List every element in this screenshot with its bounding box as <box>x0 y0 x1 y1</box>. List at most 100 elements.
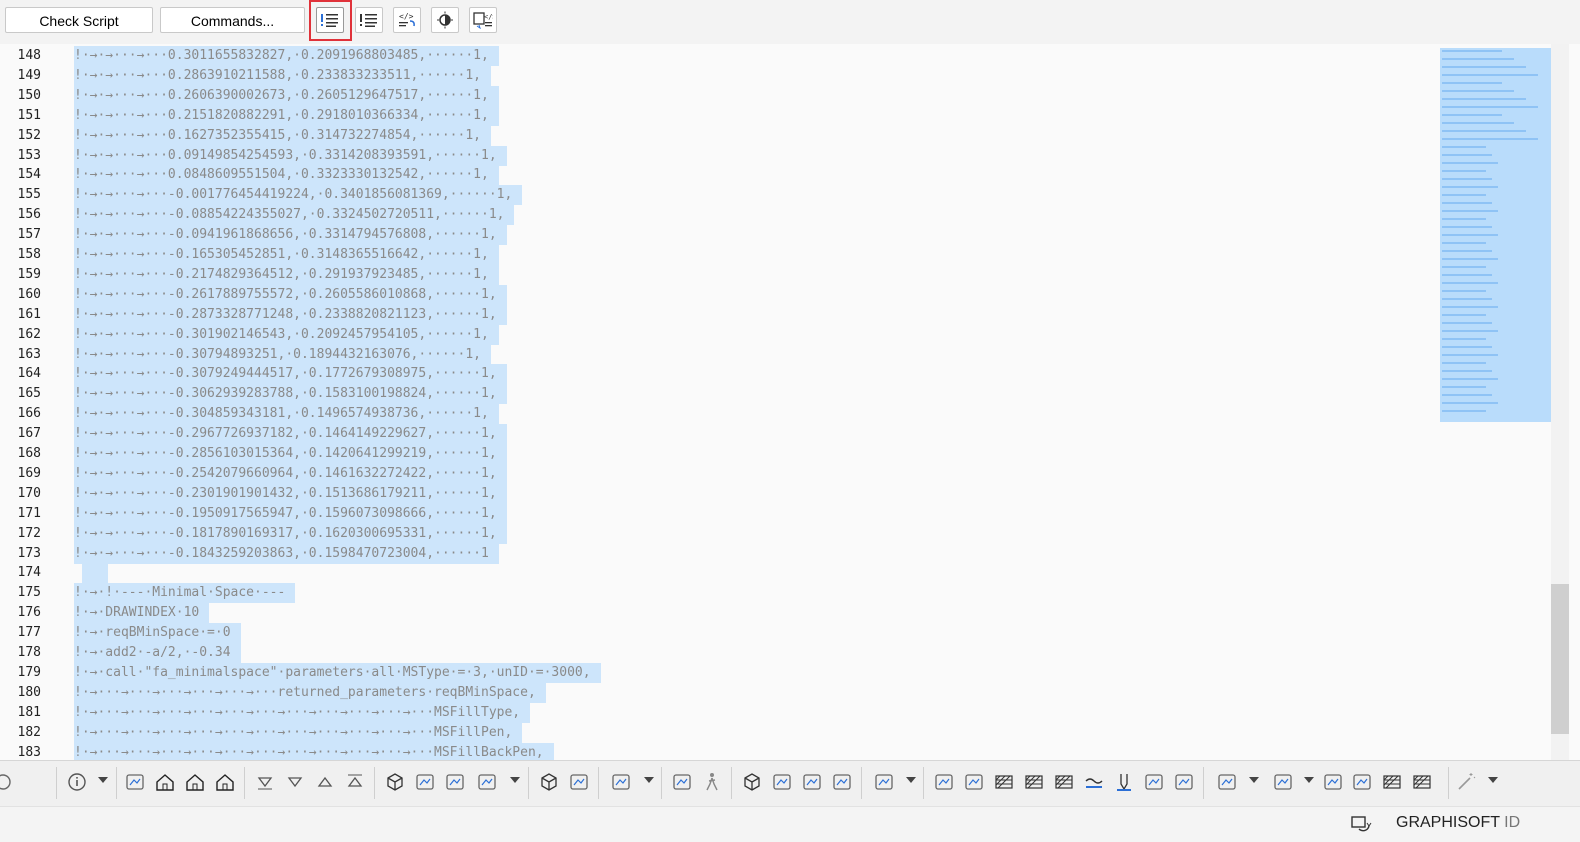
sync-status-icon[interactable] <box>1350 813 1372 835</box>
code-line[interactable]: !·→·→···→···-0.2873328771248,·0.23388208… <box>74 304 507 325</box>
code-minimap[interactable] <box>1440 48 1552 422</box>
dropdown-arrow-icon[interactable] <box>906 777 916 783</box>
hatch-lines-icon[interactable] <box>1023 771 1045 793</box>
hatch-diagonal-icon[interactable] <box>1053 771 1075 793</box>
minimap-line <box>1442 178 1492 180</box>
orbit-icon[interactable] <box>801 771 823 793</box>
code-line[interactable]: !·→·→···→···-0.08854224355027,·0.3324502… <box>74 205 515 226</box>
walk-icon[interactable] <box>701 771 723 793</box>
brush-icon[interactable] <box>963 771 985 793</box>
code-line[interactable]: !·→·call·"fa_minimalspace"·parameters·al… <box>74 662 601 683</box>
code-line[interactable]: !·→·→···→···0.2863910211588,·0.233833233… <box>74 65 491 86</box>
code-line[interactable]: !·→···→···→···→···→···→···→···→···→···→·… <box>74 722 523 743</box>
code-line[interactable]: !·→···→···→···→···→···→···→···→···→···→·… <box>74 742 554 760</box>
check-script-button[interactable]: Check Script <box>5 7 153 33</box>
layer-settings-icon[interactable] <box>610 771 632 793</box>
scrollbar-thumb[interactable] <box>1551 584 1569 734</box>
eye-icon[interactable] <box>671 771 693 793</box>
code-line[interactable]: !·→·→···→···-0.2542079660964,·0.14616322… <box>74 463 507 484</box>
columns-icon[interactable] <box>1411 771 1433 793</box>
triangle-up-bar-icon[interactable] <box>344 771 366 793</box>
refresh-icon[interactable] <box>0 771 14 793</box>
script-editor[interactable]: 148 149 150 151 152 153 154 155 156 157 158 159 160 1… <box>0 44 1580 760</box>
code-line[interactable]: !·→·→···→···-0.165305452851,·0.314836551… <box>74 245 499 265</box>
code-line[interactable]: !·→·→···→···-0.2617889755572,·0.26055860… <box>74 284 507 305</box>
minimap-line <box>1442 250 1492 252</box>
house-down-icon[interactable] <box>154 771 176 793</box>
house-up-icon[interactable] <box>184 771 206 793</box>
compare-script-button[interactable]: </> <box>469 7 497 33</box>
3d-box-icon[interactable] <box>384 771 406 793</box>
dropdown-arrow-icon[interactable] <box>98 777 108 783</box>
pen-icon[interactable] <box>1113 771 1135 793</box>
render-icon[interactable] <box>873 771 895 793</box>
triangle-up-icon[interactable] <box>314 771 336 793</box>
uncomment-button[interactable] <box>355 7 383 33</box>
theme-toggle-button[interactable] <box>431 7 459 33</box>
cube-icon[interactable] <box>538 771 560 793</box>
code-line[interactable]: !·→·DRAWINDEX·10 <box>74 603 210 624</box>
code-line[interactable]: !·→·→···→···-0.1817890169317,·0.16203006… <box>74 523 507 544</box>
section-box-icon[interactable] <box>568 771 590 793</box>
wand-icon[interactable] <box>1455 771 1477 793</box>
minimap-line <box>1442 218 1486 220</box>
code-line[interactable] <box>82 563 108 584</box>
check-icon[interactable] <box>1173 771 1195 793</box>
code-line[interactable]: !·→·→···→···-0.1950917565947,·0.15960730… <box>74 503 507 524</box>
code-line[interactable]: !·→·→···→···-0.2301901901432,·0.15136861… <box>74 483 507 504</box>
code-line[interactable]: !·→·→···→···0.2151820882291,·0.291801036… <box>74 105 499 126</box>
code-line[interactable]: !·→·→···→···0.09149854254593,·0.33142083… <box>74 145 507 166</box>
home-view-icon[interactable] <box>771 771 793 793</box>
code-line[interactable]: !·→·→···→···-0.3062939283788,·0.15831001… <box>74 384 507 405</box>
grid-icon[interactable] <box>1272 771 1294 793</box>
dropdown-arrow-icon[interactable] <box>1488 777 1498 783</box>
code-line[interactable]: !·→···→···→···→···→···→···returned_param… <box>74 682 546 703</box>
view-cube-icon[interactable] <box>741 771 763 793</box>
toolbar-separator <box>923 767 924 799</box>
3d-diamond-icon[interactable] <box>476 771 498 793</box>
code-line[interactable]: !·→·→···→···-0.30794893251,·0.1894432163… <box>74 344 491 365</box>
camera-target-icon[interactable] <box>831 771 853 793</box>
graphisoft-id-link[interactable]: GRAPHISOFT ID <box>1396 814 1520 832</box>
triangle-down-bar-icon[interactable] <box>254 771 276 793</box>
fill-bucket-icon[interactable] <box>933 771 955 793</box>
triangle-down-icon[interactable] <box>284 771 306 793</box>
3d-axes-icon[interactable] <box>414 771 436 793</box>
stack-icon[interactable] <box>1381 771 1403 793</box>
code-line[interactable]: !·→·→···→···-0.3079249444517,·0.17726793… <box>74 364 507 385</box>
mirror-icon[interactable] <box>1322 771 1344 793</box>
dropdown-arrow-icon[interactable] <box>510 777 520 783</box>
line-number: 176 <box>17 605 41 621</box>
line-number: 162 <box>17 326 41 342</box>
wave-icon[interactable] <box>1083 771 1105 793</box>
code-line[interactable]: !·→·→···→···0.0848609551504,·0.332333013… <box>74 165 499 186</box>
hatch-icon[interactable] <box>993 771 1015 793</box>
commands-button[interactable]: Commands... <box>160 7 305 33</box>
dropdown-arrow-icon[interactable] <box>1249 777 1259 783</box>
house-settings-icon[interactable] <box>214 771 236 793</box>
code-line[interactable]: !·→·→···→···0.3011655832827,·0.209196880… <box>74 46 499 66</box>
info-icon[interactable] <box>66 771 88 793</box>
dropdown-arrow-icon[interactable] <box>644 777 654 783</box>
surface-icon[interactable] <box>1143 771 1165 793</box>
code-line[interactable]: !·→·→···→···0.2606390002673,·0.260512964… <box>74 85 499 106</box>
code-line[interactable]: !·→·add2·-a/2,·-0.34 <box>74 643 241 663</box>
code-line[interactable]: !·→·→···→···-0.2967726937182,·0.14641492… <box>74 424 507 445</box>
split-icon[interactable] <box>1351 771 1373 793</box>
code-line[interactable]: !·→·reqBMinSpace·=·0 <box>74 623 241 644</box>
code-line[interactable]: !·→·→···→···-0.1843259203863,·0.15984707… <box>74 543 499 564</box>
code-line[interactable]: !·→·→···→···-0.2174829364512,·0.29193792… <box>74 264 499 285</box>
code-line[interactable]: !·→·→···→···-0.304859343181,·0.149657493… <box>74 404 499 425</box>
floor-plan-icon[interactable] <box>124 771 146 793</box>
3d-explode-icon[interactable] <box>444 771 466 793</box>
code-line[interactable]: !·→·→···→···-0.0941961868656,·0.33147945… <box>74 225 507 246</box>
code-line[interactable]: !·→·!·---·Minimal·Space·--- <box>74 583 296 604</box>
layers-list-icon[interactable] <box>1216 771 1238 793</box>
code-line[interactable]: !·→·→···→···-0.001776454419224,·0.340185… <box>74 185 523 206</box>
code-line[interactable]: !·→···→···→···→···→···→···→···→···→···→·… <box>74 702 531 723</box>
code-line[interactable]: !·→·→···→···-0.301902146543,·0.209245795… <box>74 324 499 345</box>
dropdown-arrow-icon[interactable] <box>1304 777 1314 783</box>
code-line[interactable]: !·→·→···→···0.1627352355415,·0.314732274… <box>74 125 491 146</box>
format-code-button[interactable]: </> <box>393 7 421 33</box>
code-line[interactable]: !·→·→···→···-0.2856103015364,·0.14206412… <box>74 444 507 464</box>
